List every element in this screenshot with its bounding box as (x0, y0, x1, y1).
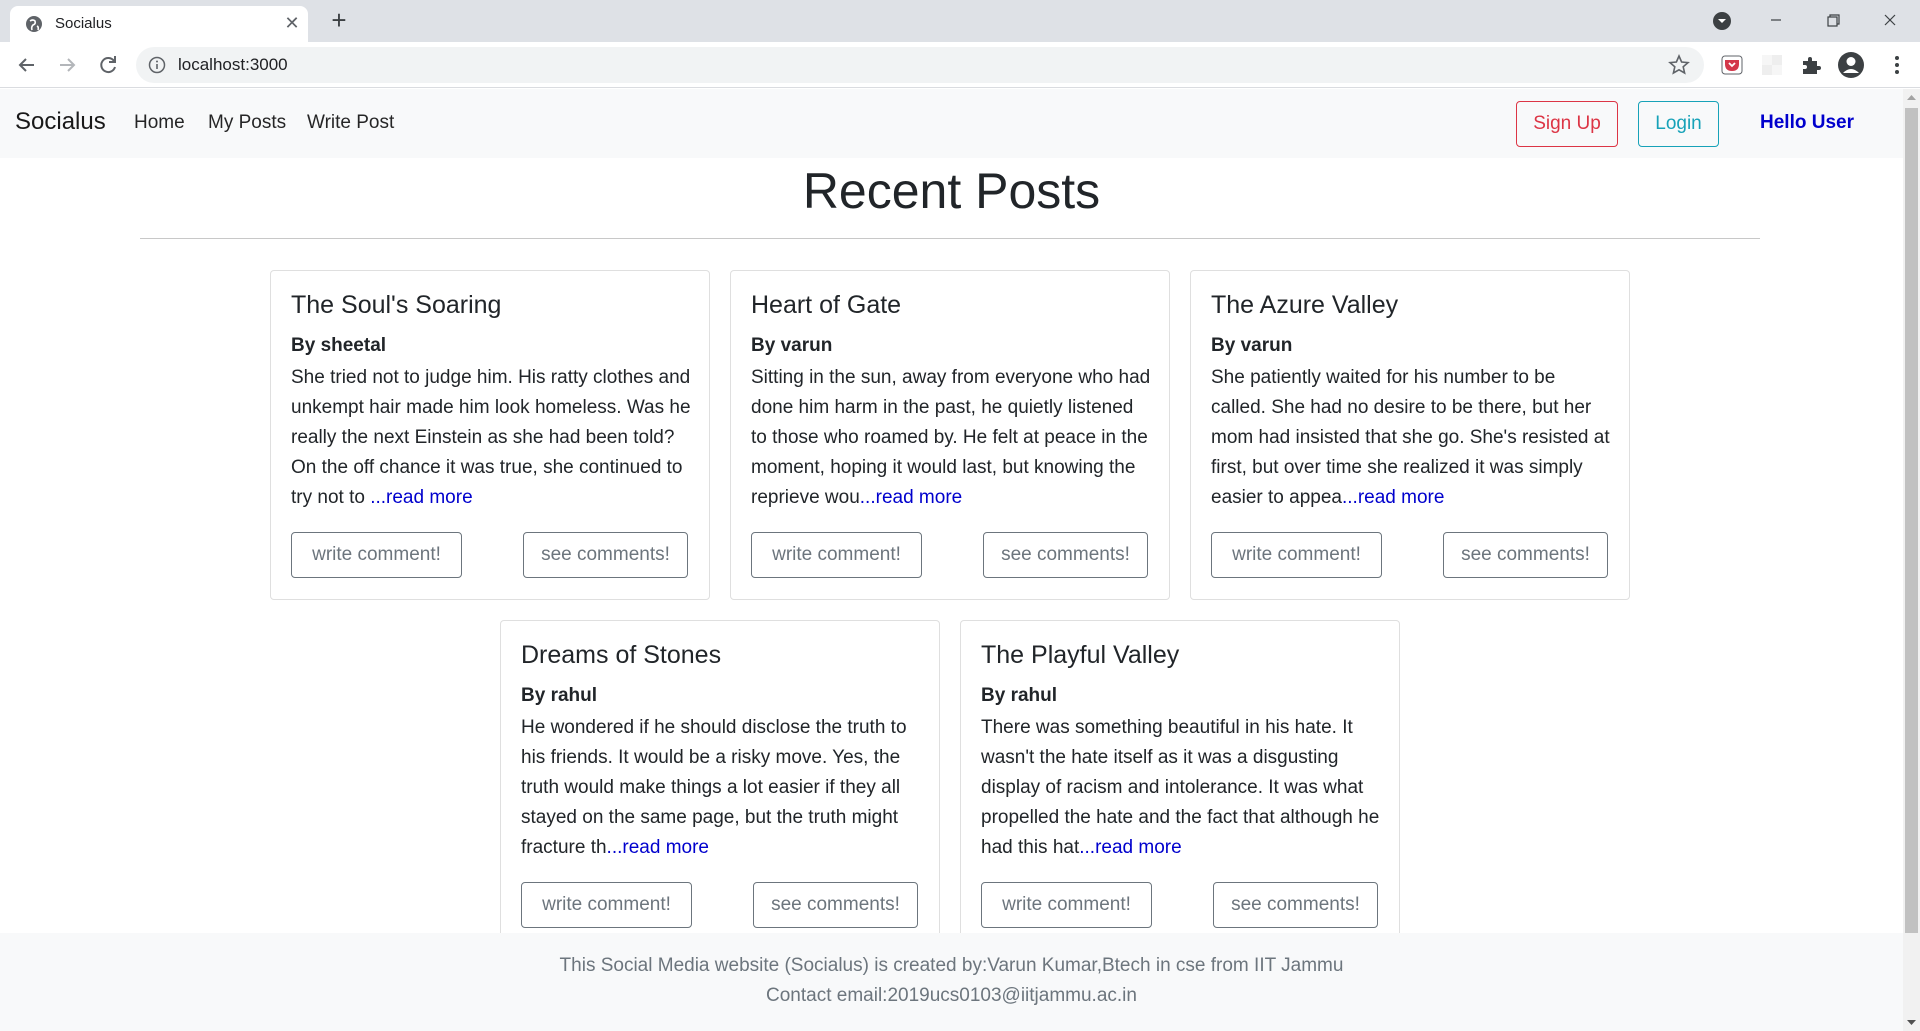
scroll-down-arrow-icon[interactable] (1903, 1014, 1920, 1031)
write-comment-button[interactable]: write comment! (1211, 532, 1382, 578)
post-title: The Soul's Soaring (291, 291, 502, 319)
info-icon[interactable] (148, 56, 166, 74)
read-more-link[interactable]: ...read more (1079, 837, 1181, 858)
address-bar[interactable]: localhost:3000 (136, 47, 1704, 83)
nav-home[interactable]: Home (134, 112, 185, 134)
sign-up-button[interactable]: Sign Up (1516, 101, 1618, 147)
post-author: By varun (751, 335, 833, 356)
read-more-link[interactable]: ...read more (370, 487, 472, 508)
post-excerpt: She tried not to judge him. His ratty cl… (291, 363, 691, 513)
post-card: Dreams of Stones By rahul He wondered if… (500, 620, 940, 950)
minimize-icon[interactable] (1753, 4, 1799, 36)
scroll-up-arrow-icon[interactable] (1903, 89, 1920, 106)
page-title: Recent Posts (802, 163, 1101, 219)
page-viewport: Socialus Home My Posts Write Post Sign U… (0, 89, 1903, 1031)
post-card: The Playful Valley By rahul There was so… (960, 620, 1400, 950)
post-author: By sheetal (291, 335, 387, 356)
post-excerpt: There was something beautiful in his hat… (981, 713, 1381, 863)
footer-credit: This Social Media website (Socialus) is … (559, 955, 1344, 976)
divider (140, 238, 1760, 239)
post-excerpt: She patiently waited for his number to b… (1211, 363, 1611, 513)
post-card: Heart of Gate By varun Sitting in the su… (730, 270, 1170, 600)
forward-icon[interactable] (53, 51, 81, 79)
footer-contact: Contact email:2019ucs0103@iitjammu.ac.in (766, 985, 1137, 1006)
post-title: Heart of Gate (751, 291, 902, 319)
browser-tab[interactable]: Socialus ✕ (10, 6, 308, 42)
brand-logo[interactable]: Socialus (15, 108, 106, 136)
post-title: The Playful Valley (981, 641, 1180, 669)
profile-icon[interactable] (1837, 51, 1865, 79)
post-author: By varun (1211, 335, 1293, 356)
see-comments-button[interactable]: see comments! (753, 882, 918, 928)
post-excerpt: Sitting in the sun, away from everyone w… (751, 363, 1151, 513)
see-comments-button[interactable]: see comments! (983, 532, 1148, 578)
tab-search-icon[interactable] (1712, 11, 1732, 31)
read-more-link[interactable]: ...read more (860, 487, 962, 508)
menu-icon[interactable] (1885, 53, 1909, 77)
scrollbar-thumb[interactable] (1905, 108, 1918, 933)
url-text[interactable]: localhost:3000 (178, 55, 288, 75)
write-comment-button[interactable]: write comment! (291, 532, 462, 578)
post-excerpt-text: He wondered if he should disclose the tr… (521, 717, 907, 858)
post-title: The Azure Valley (1211, 291, 1399, 319)
maximize-icon[interactable] (1810, 4, 1856, 36)
post-title: Dreams of Stones (521, 641, 722, 669)
see-comments-button[interactable]: see comments! (1443, 532, 1608, 578)
post-card: The Soul's Soaring By sheetal She tried … (270, 270, 710, 600)
see-comments-button[interactable]: see comments! (523, 532, 688, 578)
nav-my-posts[interactable]: My Posts (208, 112, 286, 134)
star-icon[interactable] (1668, 54, 1690, 76)
site-footer: This Social Media website (Socialus) is … (0, 933, 1903, 1031)
vertical-scrollbar[interactable] (1903, 89, 1920, 1031)
post-author: By rahul (981, 685, 1058, 706)
site-navbar: Socialus Home My Posts Write Post Sign U… (0, 89, 1903, 158)
write-comment-button[interactable]: write comment! (751, 532, 922, 578)
write-comment-button[interactable]: write comment! (521, 882, 692, 928)
extension-icon[interactable] (1760, 53, 1784, 77)
close-window-icon[interactable] (1867, 4, 1913, 36)
reload-icon[interactable] (94, 51, 122, 79)
read-more-link[interactable]: ...read more (607, 837, 709, 858)
puzzle-icon[interactable] (1799, 53, 1823, 77)
tab-title: Socialus (55, 15, 112, 32)
globe-icon (26, 16, 42, 32)
browser-toolbar: localhost:3000 (0, 42, 1920, 88)
post-excerpt: He wondered if he should disclose the tr… (521, 713, 921, 863)
login-button[interactable]: Login (1638, 101, 1719, 147)
see-comments-button[interactable]: see comments! (1213, 882, 1378, 928)
pocket-icon[interactable] (1720, 53, 1744, 77)
user-greeting: Hello User (1760, 112, 1854, 133)
close-icon[interactable]: ✕ (280, 12, 304, 36)
post-author: By rahul (521, 685, 598, 706)
post-card: The Azure Valley By varun She patiently … (1190, 270, 1630, 600)
post-excerpt-text: She tried not to judge him. His ratty cl… (291, 367, 691, 508)
plus-icon[interactable]: + (325, 7, 353, 35)
tab-strip: Socialus ✕ + (0, 0, 1920, 42)
back-icon[interactable] (13, 51, 41, 79)
write-comment-button[interactable]: write comment! (981, 882, 1152, 928)
nav-write-post[interactable]: Write Post (307, 112, 394, 134)
read-more-link[interactable]: ...read more (1342, 487, 1444, 508)
